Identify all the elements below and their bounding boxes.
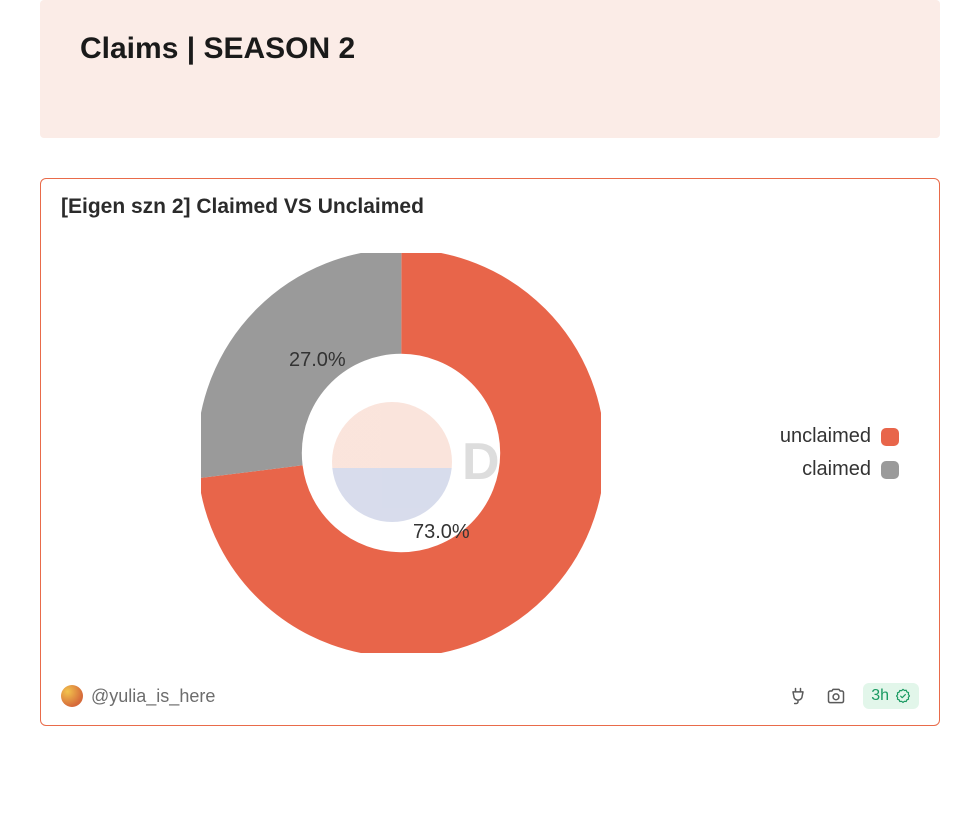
- chart-title: [Eigen szn 2] Claimed VS Unclaimed: [41, 179, 939, 223]
- author-handle: @yulia_is_here: [91, 686, 215, 707]
- author-avatar: [61, 685, 83, 707]
- chart-legend: unclaimed claimed: [780, 425, 899, 481]
- page-header: Claims | SEASON 2: [40, 0, 940, 138]
- author-link[interactable]: @yulia_is_here: [61, 685, 215, 707]
- legend-swatch-unclaimed: [881, 428, 899, 446]
- donut-chart: 27.0% 73.0%: [201, 253, 601, 653]
- legend-label: unclaimed: [780, 425, 871, 448]
- chart-area: Dune 27.0% 73.0% unclaimed claimed: [41, 223, 939, 683]
- plug-icon[interactable]: [787, 685, 809, 707]
- legend-item-unclaimed[interactable]: unclaimed: [780, 425, 899, 448]
- slice-label-claimed: 27.0%: [289, 349, 346, 372]
- age-text: 3h: [871, 687, 889, 705]
- card-footer: @yulia_is_here 3h: [41, 683, 939, 725]
- last-updated-badge[interactable]: 3h: [863, 683, 919, 709]
- camera-icon[interactable]: [825, 685, 847, 707]
- verified-icon: [895, 688, 911, 704]
- chart-card: [Eigen szn 2] Claimed VS Unclaimed Dune …: [40, 178, 940, 726]
- legend-label: claimed: [802, 458, 871, 481]
- footer-actions: 3h: [787, 683, 919, 709]
- legend-item-claimed[interactable]: claimed: [780, 458, 899, 481]
- page-title: Claims | SEASON 2: [80, 32, 900, 66]
- slice-label-unclaimed: 73.0%: [413, 521, 470, 544]
- legend-swatch-claimed: [881, 461, 899, 479]
